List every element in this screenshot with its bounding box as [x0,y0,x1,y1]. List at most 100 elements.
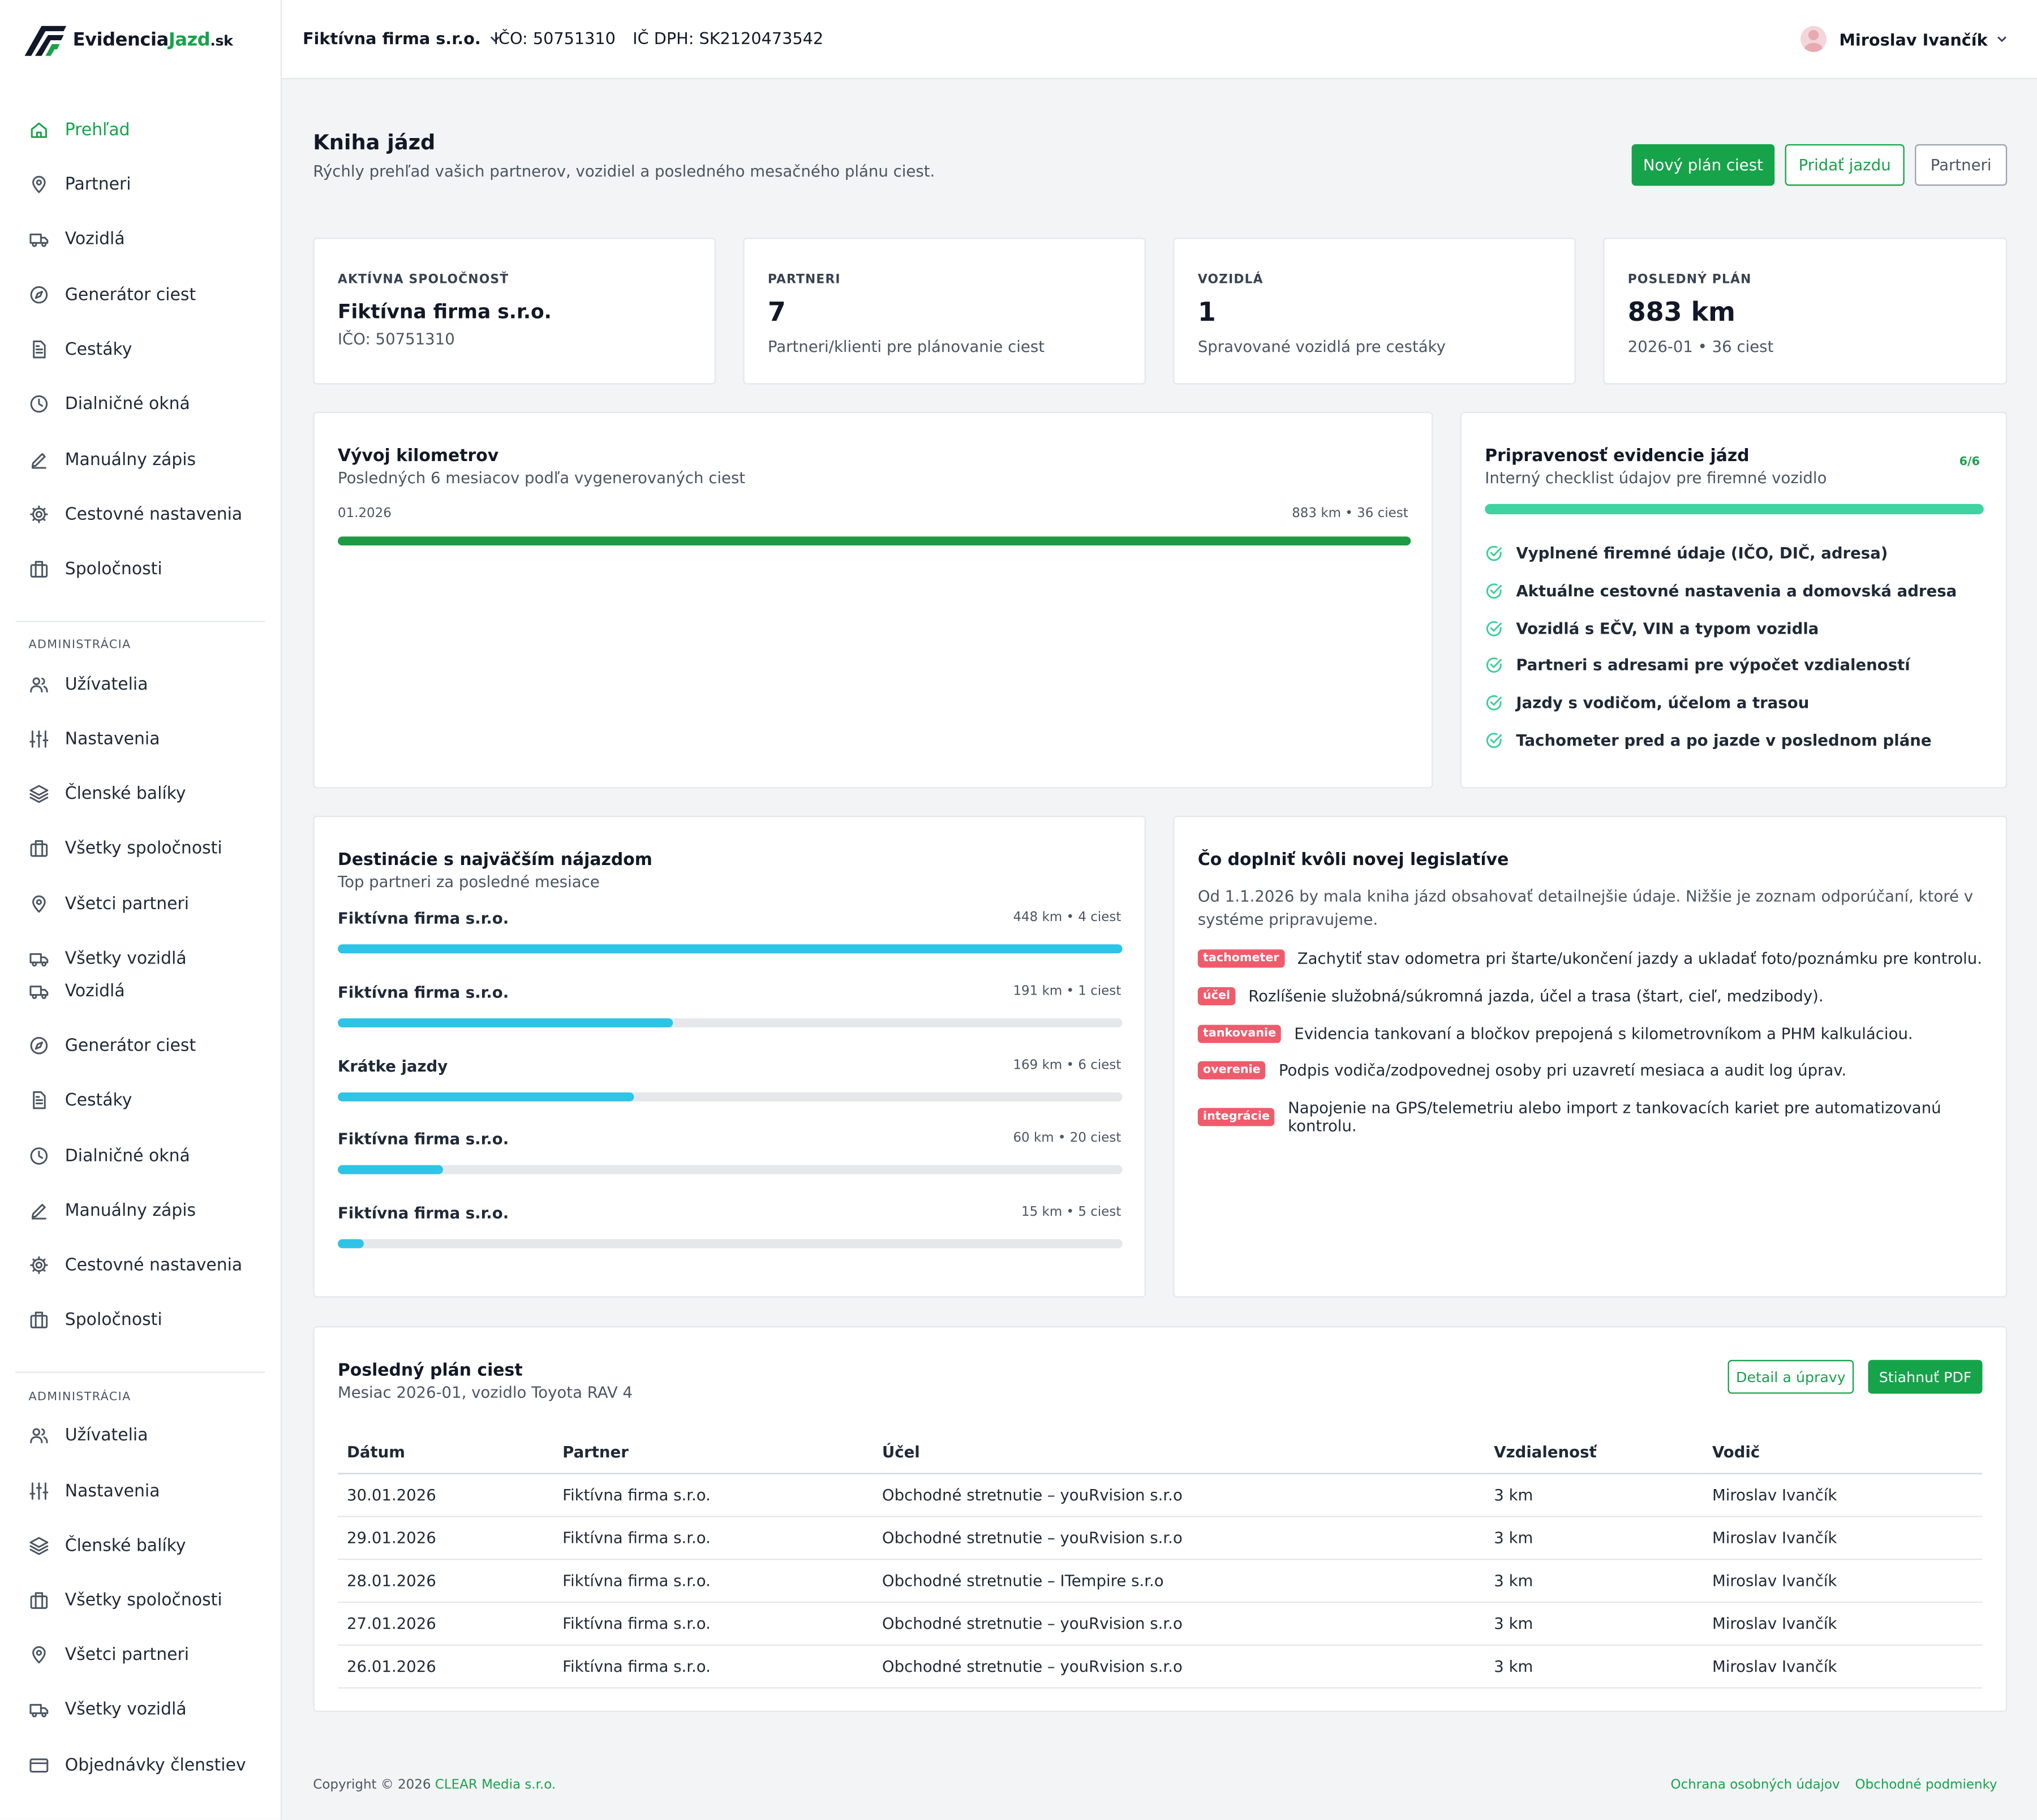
sidebar-item-label: Cestáky [65,1090,132,1110]
table-cell: Fiktívna firma s.r.o. [553,1473,873,1517]
table-cell: Obchodné stretnutie – youRvision s.r.o [873,1602,1485,1646]
download-pdf-button[interactable]: Stiahnuť PDF [1868,1359,1983,1394]
destination-name: Fiktívna firma s.r.o. [337,1204,509,1223]
sidebar-item[interactable]: Manuálny zápis [29,445,196,474]
sidebar-item[interactable]: Cestovné nastavenia [29,1251,243,1280]
legislation-tag: účel [1197,987,1236,1005]
sidebar-divider [15,1371,265,1373]
sidebar-item[interactable]: Dialničné okná [29,1142,190,1171]
sidebar-item[interactable]: Všetky spoločnosti [29,1586,222,1615]
map-pin-icon [32,1646,46,1664]
sidebar-item-label: Užívatelia [65,1425,148,1445]
sidebar-item-label: Všetci partneri [65,1645,190,1665]
stat-note: Partneri/klienti pre plánovanie ciest [767,337,1045,356]
table-cell: Miroslav Ivančík [1703,1473,1983,1517]
stat-note: Spravované vozidlá pre cestáky [1197,337,1446,356]
add-trip-button[interactable]: Pridať jazdu [1785,144,1905,186]
sidebar-item[interactable]: Cestovné nastavenia [29,500,243,529]
sidebar-item[interactable]: Všetci partneri [29,1641,190,1670]
sidebar-item[interactable]: Užívatelia [29,670,148,699]
sidebar-item-label: Nastavenia [65,1481,160,1501]
sidebar-item[interactable]: Cestáky [29,335,132,364]
stat-value: Fiktívna firma s.r.o. [337,300,552,324]
legislation-item: integrácie Napojenie na GPS/telemetriu al… [1197,1099,2006,1135]
sidebar-item[interactable]: Generátor ciest [29,1031,196,1060]
sidebar-item[interactable]: Členské balíky [29,1531,186,1560]
pen-icon [31,453,46,469]
truck-icon [29,233,49,247]
sidebar-item[interactable]: Členské balíky [29,780,186,808]
sidebar-item-label: Spoločnosti [65,1310,162,1329]
sidebar-item-label: Členské balíky [65,1535,186,1556]
privacy-link[interactable]: Ochrana osobných údajov [1671,1778,1840,1792]
sidebar-item[interactable]: Objednávky členstiev [29,1751,246,1780]
sidebar-item[interactable]: Všetci partneri [29,890,190,919]
table-cell: Miroslav Ivančík [1703,1645,1983,1689]
sidebar-item[interactable]: Nastavenia [29,725,160,754]
sidebar-item[interactable]: Všetky vozidlá [29,1695,187,1724]
sidebar-item[interactable]: Prehľad [29,115,130,144]
sidebar-item[interactable]: Partneri [29,170,131,199]
destination-value: 191 km • 1 ciest [1013,984,1121,999]
sidebar-item[interactable]: Nastavenia [29,1477,160,1505]
sidebar-item[interactable]: Vozidlá [29,977,125,1006]
legislation-tag: tankovanie [1197,1024,1282,1043]
sidebar-item[interactable]: Generátor ciest [29,281,196,309]
table-body: 30.01.2026 Fiktívna firma s.r.o. Obchodné … [337,1473,1983,1689]
destination-name: Fiktívna firma s.r.o. [337,1130,509,1149]
check-circle-icon [1486,621,1502,636]
sidebar-item[interactable]: Cestáky [29,1086,132,1115]
truck-icon [29,953,49,967]
check-circle-icon [1486,545,1502,561]
sidebar-item[interactable]: Spoločnosti [29,554,162,583]
table-cell: Miroslav Ivančík [1703,1516,1983,1560]
destination-name: Fiktívna firma s.r.o. [337,983,509,1001]
avatar [1800,25,1827,52]
sidebar-item-label: Generátor ciest [65,285,196,305]
destination-value: 169 km • 6 ciest [1013,1058,1121,1073]
sidebar-item[interactable]: Všetky vozidlá [29,944,187,973]
destination-bar-track [337,1165,1123,1175]
gear-icon [30,1256,48,1274]
sidebar-item[interactable]: Vozidlá [29,225,125,253]
legislation-text: Od 1.1.2026 by mala kniha jázd obsahovať… [1197,887,1974,929]
partners-button[interactable]: Partneri [1915,144,2008,186]
company-select[interactable]: Fiktívna firma s.r.o. [303,29,502,48]
building-icon [30,1592,48,1609]
sidebar-item[interactable]: Manuálny zápis [29,1197,196,1225]
sliders-icon [29,1482,49,1500]
copyright-text: Copyright © 2026 [313,1778,431,1793]
sidebar-item[interactable]: Užívatelia [29,1421,148,1450]
table-row[interactable]: 26.01.2026 Fiktívna firma s.r.o. Obchodné … [337,1645,1983,1689]
card-subtitle: Posledných 6 mesiacov podľa vygenerovaný… [337,468,746,487]
logo-text-tld: .sk [210,32,233,50]
sidebar-item[interactable]: Všetky spoločnosti [29,834,222,863]
sidebar-item-label: Cestovné nastavenia [65,1255,243,1275]
map-pin-icon [32,895,46,913]
sidebar-item[interactable]: Dialničné okná [29,390,190,419]
stat-card-company: AKTÍVNA SPOLOČNOSŤ Fiktívna firma s.r.o.… [313,238,716,385]
sidebar-item-label: Všetky vozidlá [65,949,187,969]
checklist-item-label: Vyplnené firemné údaje (IČO, DIČ, adresa… [1516,544,1888,563]
table-row[interactable]: 27.01.2026 Fiktívna firma s.r.o. Obchodné … [337,1602,1983,1646]
logo[interactable]: EvidenciaJazd.sk [23,23,233,57]
checklist-item: Vyplnené firemné údaje (IČO, DIČ, adresa… [1485,544,1888,562]
destination-bar-track [337,1239,1123,1249]
sidebar-section-heading: ADMINISTRÁCIA [28,639,131,652]
table-row[interactable]: 30.01.2026 Fiktívna firma s.r.o. Obchodné … [337,1473,1983,1517]
checklist-item-label: Vozidlá s EČV, VIN a typom vozidla [1516,619,1819,638]
table-cell: Miroslav Ivančík [1703,1559,1983,1603]
legislation-card: Čo doplniť kvôli novej legislatíve Od 1.… [1173,815,2008,1298]
column-header: Účel [873,1431,1485,1474]
user-menu[interactable]: Miroslav Ivančík [1800,25,2008,52]
sidebar-item[interactable]: Spoločnosti [29,1305,162,1334]
new-plan-button[interactable]: Nový plán ciest [1631,144,1775,186]
terms-link[interactable]: Obchodné podmienky [1855,1778,1997,1792]
detail-button[interactable]: Detail a úpravy [1727,1359,1854,1394]
destination-bar-track [337,944,1123,954]
table-cell: 3 km [1485,1516,1703,1560]
table-row[interactable]: 29.01.2026 Fiktívna firma s.r.o. Obchodné … [337,1516,1983,1560]
check-circle-icon [1486,733,1502,748]
table-row[interactable]: 28.01.2026 Fiktívna firma s.r.o. Obchodné … [337,1559,1983,1603]
footer-company-link[interactable]: CLEAR Media s.r.o. [435,1778,556,1792]
